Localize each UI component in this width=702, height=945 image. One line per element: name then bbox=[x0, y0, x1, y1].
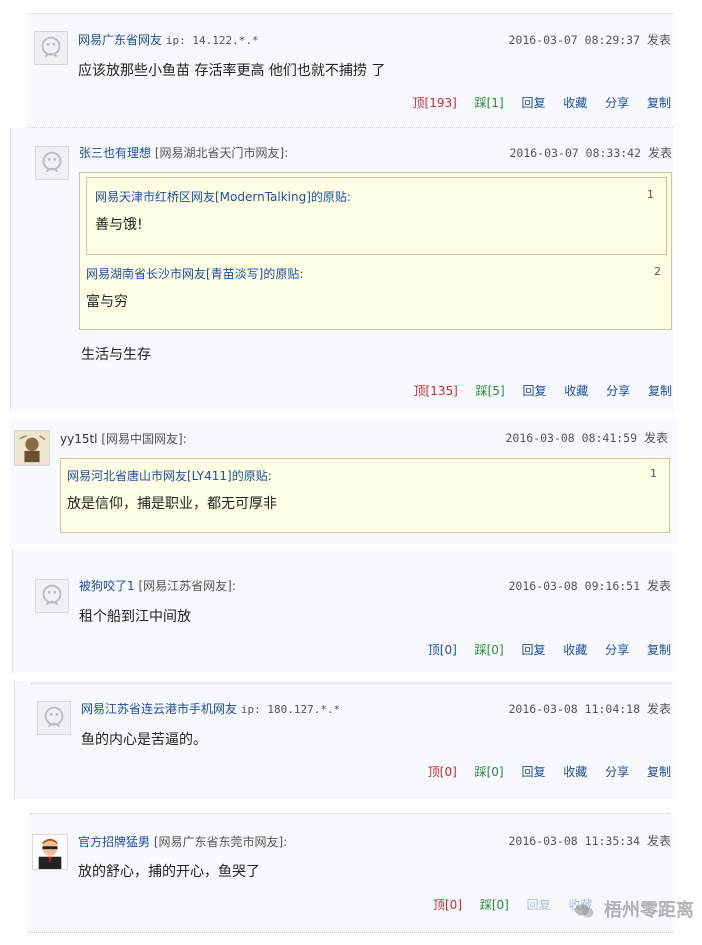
upvote-link[interactable]: 顶[0] bbox=[433, 898, 462, 912]
downvote-link[interactable]: 踩[1] bbox=[475, 96, 504, 110]
upvote-link[interactable]: 顶[135] bbox=[414, 384, 458, 398]
upvote-link[interactable]: 顶[193] bbox=[413, 96, 457, 110]
post-time: 2016-03-08 09:16:51 bbox=[508, 579, 641, 593]
user-location: [网易广东省东莞市网友]: bbox=[153, 835, 288, 849]
separator bbox=[28, 932, 673, 933]
reply-link[interactable]: 回复 bbox=[527, 898, 551, 912]
comment-text: 应该放那些小鱼苗 存活率更高 他们也就不捕捞 了 bbox=[78, 63, 386, 79]
default-avatar-icon bbox=[37, 701, 71, 735]
quote-text: 善与饿! bbox=[95, 217, 143, 233]
post-time: 2016-03-07 08:33:42 bbox=[509, 146, 642, 160]
user-location: [网易中国网友]: bbox=[101, 432, 187, 446]
copy-link[interactable]: 复制 bbox=[648, 384, 672, 398]
reply-link[interactable]: 回复 bbox=[521, 643, 545, 657]
user-location: [网易湖北省天门市网友]: bbox=[154, 146, 289, 160]
username-link[interactable]: 网易江苏省连云港市手机网友 bbox=[81, 702, 237, 716]
wechat-icon bbox=[574, 903, 594, 919]
user-photo-avatar bbox=[14, 430, 50, 466]
copy-link[interactable]: 复制 bbox=[647, 643, 671, 657]
posted-label: 发表 bbox=[647, 146, 672, 160]
default-avatar-icon bbox=[34, 31, 68, 65]
comment-4: 被狗咬了1 [网易江苏省网友]: 2016-03-08 09:16:51 发表 … bbox=[12, 549, 673, 673]
quote-floor-number: 2 bbox=[654, 265, 661, 278]
comment-5: 网易江苏省连云港市手机网友 ip: 180.127.*.* 2016-03-08… bbox=[14, 681, 673, 799]
reply-link[interactable]: 回复 bbox=[521, 765, 545, 779]
reply-link[interactable]: 回复 bbox=[522, 384, 546, 398]
user-photo-avatar bbox=[32, 834, 68, 870]
favorite-link[interactable]: 收藏 bbox=[563, 643, 587, 657]
quote-floor-number: 1 bbox=[647, 188, 654, 201]
upvote-link[interactable]: 顶[0] bbox=[428, 643, 457, 657]
share-link[interactable]: 分享 bbox=[605, 96, 629, 110]
quote-block-inner: 网易天津市红桥区网友[ModernTalking]的原贴: 1 善与饿! bbox=[86, 177, 667, 255]
post-time: 2016-03-08 11:04:18 bbox=[508, 702, 641, 716]
ip-address: ip: 14.122.*.* bbox=[165, 34, 259, 47]
quote-text: 放是信仰，捕是职业，都无可厚非 bbox=[67, 496, 277, 512]
separator bbox=[31, 683, 671, 684]
quote-source[interactable]: 网易河北省唐山市网友[LY411]的原贴: bbox=[67, 467, 272, 484]
downvote-link[interactable]: 踩[0] bbox=[475, 765, 504, 779]
quote-text: 富与穷 bbox=[86, 294, 128, 310]
username-link[interactable]: yy15tl bbox=[60, 432, 98, 446]
upvote-link[interactable]: 顶[0] bbox=[428, 765, 457, 779]
downvote-link[interactable]: 踩[0] bbox=[480, 898, 509, 912]
username-link[interactable]: 官方招牌猛男 bbox=[78, 835, 150, 849]
upvote-label: 顶[0] bbox=[427, 643, 457, 657]
quote-source[interactable]: 网易湖南省长沙市网友[青苗淡写]的原贴: bbox=[86, 265, 303, 282]
comment-2: 张三也有理想 [网易湖北省天门市网友]: 2016-03-07 08:33:42… bbox=[10, 128, 674, 411]
copy-link[interactable]: 复制 bbox=[647, 765, 671, 779]
comment-text: 租个船到江中间放 bbox=[79, 609, 191, 625]
comment-1: 网易广东省网友 ip: 14.122.*.* 2016-03-07 08:29:… bbox=[28, 14, 673, 126]
comment-text: 鱼的内心是苦逼的。 bbox=[81, 732, 207, 748]
posted-label: 发表 bbox=[646, 834, 671, 848]
post-time: 2016-03-07 08:29:37 bbox=[508, 33, 641, 47]
downvote-link[interactable]: 踩[0] bbox=[475, 643, 504, 657]
comment-text: 生活与生存 bbox=[81, 347, 151, 363]
quote-block: 网易河北省唐山市网友[LY411]的原贴: 1 放是信仰，捕是职业，都无可厚非 bbox=[60, 458, 670, 533]
default-avatar-icon bbox=[35, 579, 69, 613]
copy-link[interactable]: 复制 bbox=[647, 96, 671, 110]
username-link[interactable]: 被狗咬了1 bbox=[79, 579, 135, 593]
share-link[interactable]: 分享 bbox=[605, 765, 629, 779]
post-time: 2016-03-08 08:41:59 bbox=[505, 431, 638, 445]
share-link[interactable]: 分享 bbox=[606, 384, 630, 398]
favorite-link[interactable]: 收藏 bbox=[563, 765, 587, 779]
post-time: 2016-03-08 11:35:34 bbox=[508, 834, 641, 848]
ip-address: ip: 180.127.*.* bbox=[240, 703, 341, 716]
reply-link[interactable]: 回复 bbox=[521, 96, 545, 110]
username-link[interactable]: 张三也有理想 bbox=[79, 146, 151, 160]
posted-label: 发表 bbox=[646, 579, 671, 593]
share-link[interactable]: 分享 bbox=[605, 643, 629, 657]
posted-label: 发表 bbox=[643, 431, 668, 445]
posted-label: 发表 bbox=[646, 33, 671, 47]
favorite-link[interactable]: 收藏 bbox=[564, 384, 588, 398]
watermark-text: 梧州零距离 bbox=[604, 900, 694, 921]
favorite-link[interactable]: 收藏 bbox=[563, 96, 587, 110]
quote-floor-number: 1 bbox=[650, 467, 657, 480]
comment-3: yy15tl [网易中国网友]: 2016-03-08 08:41:59 发表 … bbox=[10, 418, 678, 544]
quote-block-outer: 网易天津市红桥区网友[ModernTalking]的原贴: 1 善与饿! 网易湖… bbox=[79, 172, 672, 330]
quote-source[interactable]: 网易天津市红桥区网友[ModernTalking]的原贴: bbox=[95, 188, 351, 205]
watermark: 梧州零距离 bbox=[574, 896, 694, 922]
default-avatar-icon bbox=[35, 146, 69, 180]
downvote-link[interactable]: 踩[5] bbox=[476, 384, 505, 398]
posted-label: 发表 bbox=[646, 702, 671, 716]
comment-text: 放的舒心，捕的开心，鱼哭了 bbox=[78, 864, 260, 880]
username-link[interactable]: 网易广东省网友 bbox=[78, 33, 162, 47]
user-location: [网易江苏省网友]: bbox=[138, 579, 236, 593]
